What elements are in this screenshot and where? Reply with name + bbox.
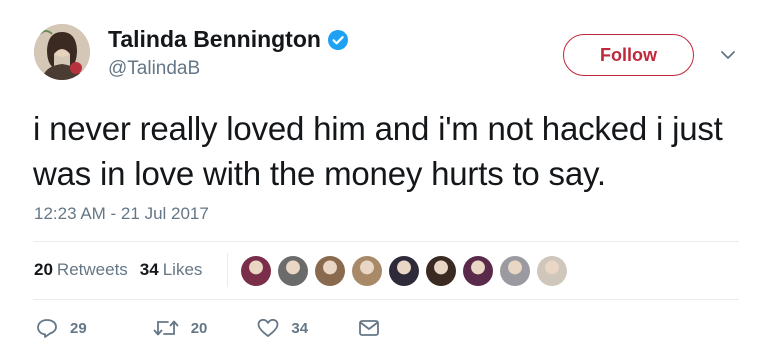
retweet-icon <box>153 320 179 336</box>
chevron-down-icon[interactable] <box>719 48 737 62</box>
liker-avatar[interactable] <box>278 256 308 286</box>
retweets-label: Retweets <box>56 260 128 279</box>
reply-action[interactable]: 29 <box>36 318 87 338</box>
like-count: 34 <box>291 319 309 337</box>
liker-avatar[interactable] <box>426 256 456 286</box>
avatar[interactable] <box>34 24 90 80</box>
direct-message-action[interactable] <box>358 319 392 337</box>
name-row: Talinda Bennington <box>108 26 349 53</box>
tweet-timestamp[interactable]: 12:23 AM - 21 Jul 2017 <box>34 204 209 224</box>
user-handle[interactable]: @TalindaB <box>108 58 200 80</box>
reply-count: 29 <box>70 319 87 337</box>
heart-icon <box>257 318 279 337</box>
liker-avatar[interactable] <box>463 256 493 286</box>
divider-bottom <box>33 299 739 300</box>
retweet-count: 20 <box>190 319 208 337</box>
liker-avatar[interactable] <box>389 256 419 286</box>
liker-avatar[interactable] <box>241 256 271 286</box>
retweet-action[interactable]: 20 <box>153 318 208 338</box>
follow-button[interactable]: Follow <box>563 34 694 76</box>
verified-badge-icon <box>327 29 349 51</box>
liker-avatars <box>241 256 574 286</box>
like-action[interactable]: 34 <box>257 318 308 338</box>
profile-photo <box>34 24 90 80</box>
liker-avatar[interactable] <box>500 256 530 286</box>
retweets-count: 20 <box>34 260 53 279</box>
envelope-icon <box>359 320 379 336</box>
likes-stat[interactable]: 34 Likes <box>140 260 203 280</box>
divider-top <box>33 241 739 242</box>
tweet-text: i never really loved him and i'm not hac… <box>33 110 723 192</box>
retweets-stat[interactable]: 20 Retweets <box>34 260 128 280</box>
tweet-stats: 20 Retweets 34 Likes <box>34 260 214 280</box>
stats-separator <box>227 253 228 287</box>
liker-avatar[interactable] <box>315 256 345 286</box>
display-name[interactable]: Talinda Bennington <box>108 26 321 53</box>
likes-count: 34 <box>139 260 159 279</box>
reply-icon <box>37 319 57 338</box>
liker-avatar[interactable] <box>352 256 382 286</box>
tweet-actions: 29 20 34 <box>36 318 440 338</box>
likes-label: Likes <box>162 260 203 279</box>
liker-avatar[interactable] <box>537 256 567 286</box>
